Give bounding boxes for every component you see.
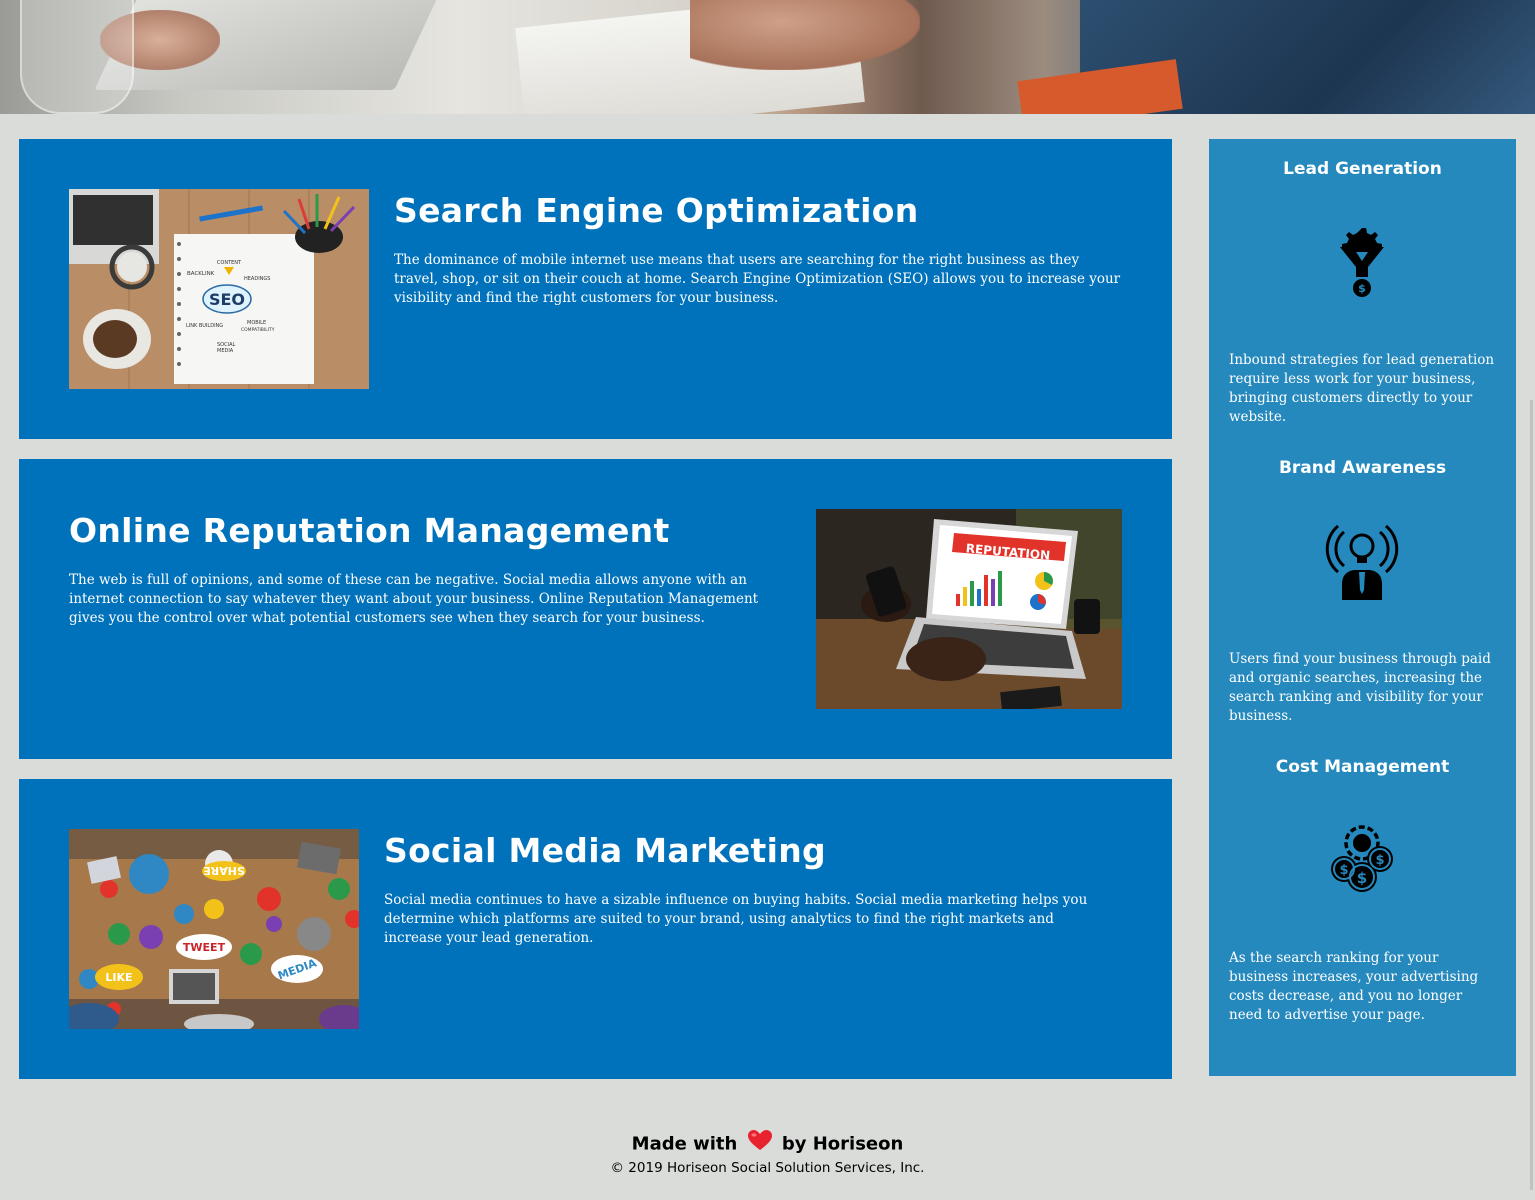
seo-title: Search Engine Optimization [394,191,919,230]
seo-image-text: CONTENT [217,260,242,266]
svg-text:$: $ [1339,863,1348,878]
footer-made-with: Made with by Horiseon [0,1130,1535,1159]
online-reputation-title: Online Reputation Management [69,511,670,550]
lead-generation-funnel-icon: $ [1322,221,1402,301]
page-scrollbar[interactable] [1530,400,1533,1190]
social-media-section: SHARE TWEET LIKE MEDIA Social Media Mark… [19,779,1172,1079]
brand-awareness-lightbulb-icon [1322,520,1402,600]
svg-text:$: $ [1358,282,1366,295]
social-media-image: SHARE TWEET LIKE MEDIA [69,829,359,1029]
heart-icon [747,1130,772,1159]
seo-description: The dominance of mobile internet use mea… [394,252,1121,306]
footer-by-horiseon: by Horiseon [781,1133,904,1155]
benefit-description: Users find your business through paid an… [1229,651,1491,724]
social-image-text: LIKE [105,971,132,984]
seo-image-text: COMPATIBILITY [241,327,275,333]
hero-hand-shape [690,0,920,70]
cost-management-coins-icon: $ $ $ [1322,819,1402,899]
footer-made-with-text: Made with [631,1133,738,1155]
social-media-table-image: SHARE TWEET LIKE MEDIA [69,829,359,1029]
online-reputation-image: REPUTATION [816,509,1122,709]
seo-image-text: HEADINGS [244,276,270,282]
svg-text:$: $ [1375,853,1384,868]
seo-notebook-image: SEO CONTENT BACKLINK HEADINGS LINK BUILD… [69,189,369,389]
reputation-laptop-image: REPUTATION [816,509,1122,709]
footer: Made with by Horiseon © 2019 Horiseon So… [0,1130,1535,1177]
seo-image-text: SEO [209,290,245,309]
social-media-description: Social media continues to have a sizable… [384,892,1088,946]
footer-copyright: © 2019 Horiseon Social Solution Services… [610,1160,925,1176]
svg-text:$: $ [1357,869,1367,887]
benefit-description: Inbound strategies for lead generation r… [1229,352,1495,425]
seo-image-text: LINK BUILDING [186,323,223,329]
benefit-description: As the search ranking for your business … [1229,950,1479,1023]
social-image-text: TWEET [183,941,226,954]
benefits-sidebar: Lead Generation $ Inbound strategies for… [1209,139,1516,1076]
seo-image-text: MOBILE [247,320,266,326]
online-reputation-section: Online Reputation Management The web is … [19,459,1172,759]
seo-image: SEO CONTENT BACKLINK HEADINGS LINK BUILD… [69,189,369,389]
hero-glass-shape [20,0,134,114]
seo-section: SEO CONTENT BACKLINK HEADINGS LINK BUILD… [19,139,1172,439]
hero-banner-image [0,0,1535,114]
social-media-title: Social Media Marketing [384,831,826,870]
benefit-title: Brand Awareness [1278,458,1447,478]
seo-image-text: BACKLINK [187,271,215,277]
benefit-title: Lead Generation [1283,159,1442,179]
online-reputation-description: The web is full of opinions, and some of… [69,572,759,626]
benefit-title: Cost Management [1275,757,1450,777]
seo-image-text: MEDIA [217,348,234,354]
social-image-text: SHARE [203,864,245,877]
